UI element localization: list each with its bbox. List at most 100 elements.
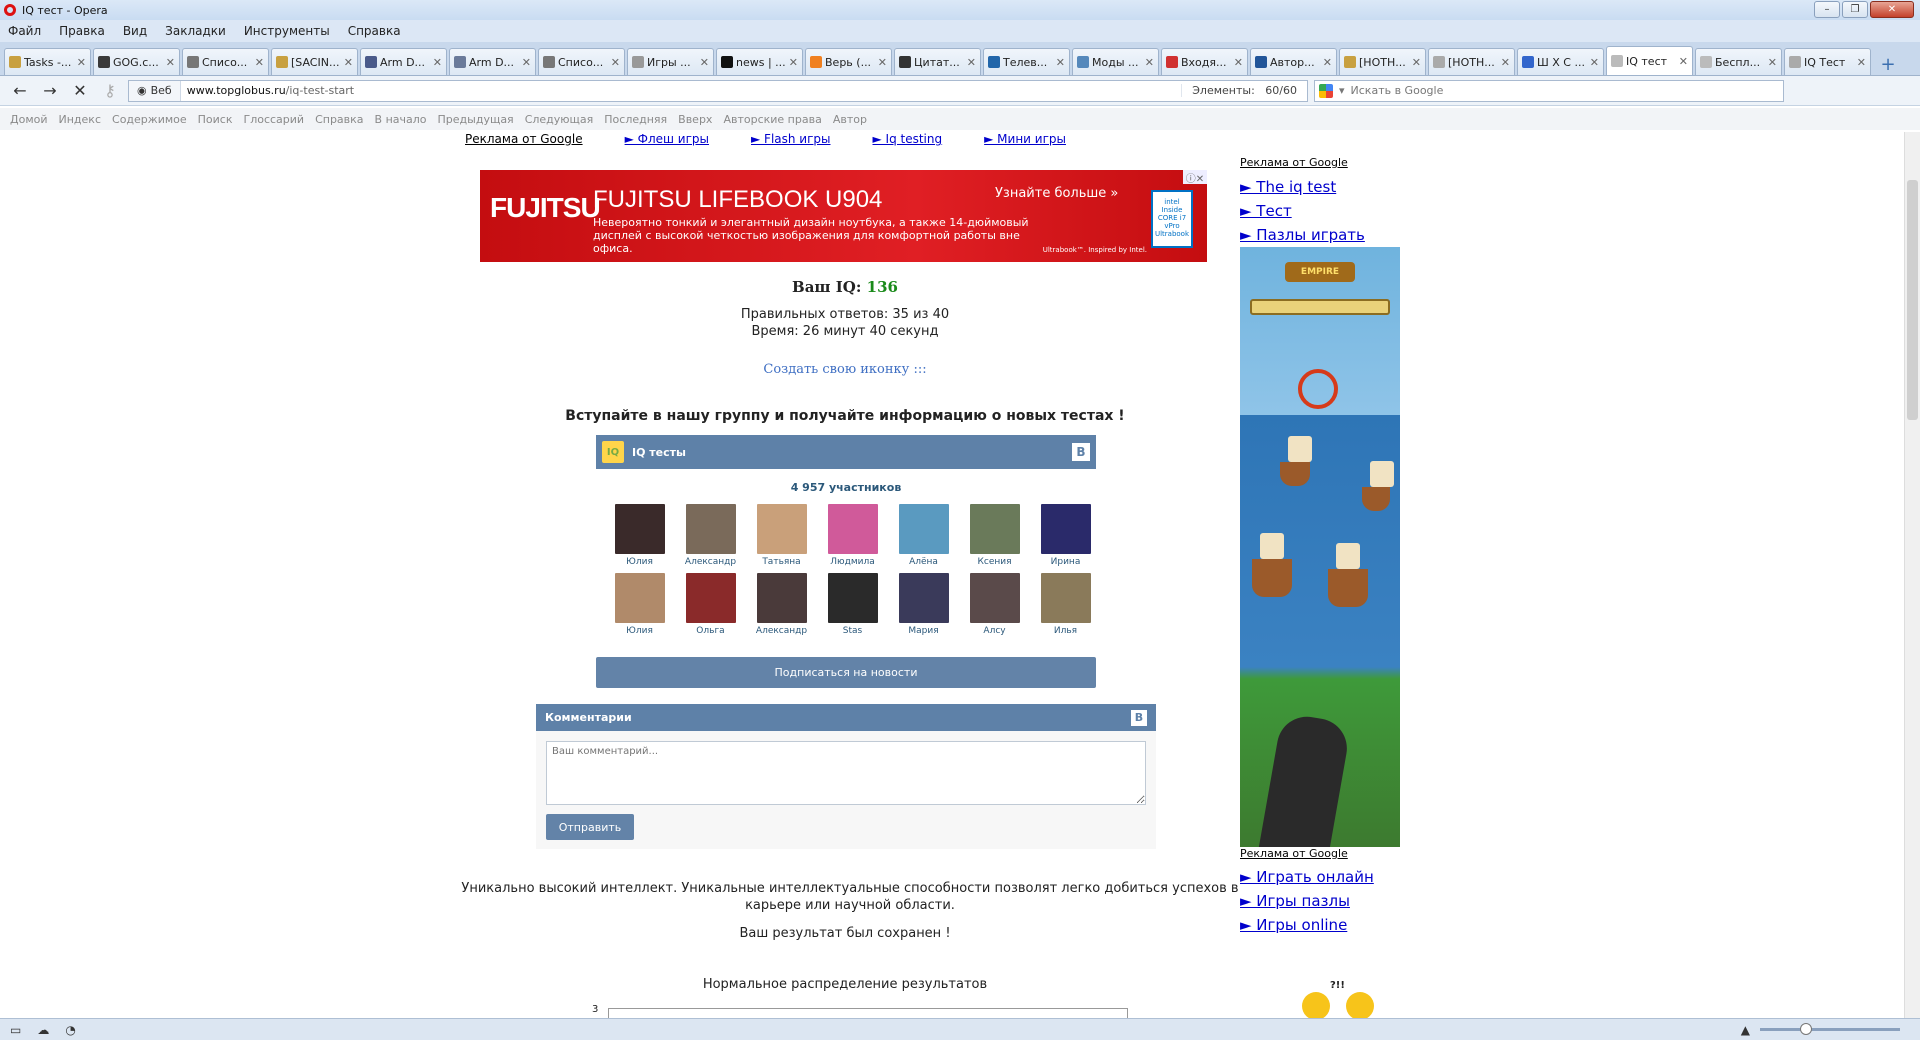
banner-learn-more[interactable]: Узнайте больше » [995, 186, 1118, 201]
avatar[interactable] [969, 573, 1020, 623]
browser-tab[interactable]: [НОТН... ✕ [1428, 48, 1515, 75]
avatar[interactable] [756, 573, 807, 623]
group-member[interactable]: Алёна [888, 504, 959, 567]
key-icon[interactable]: ⚷ [98, 80, 122, 102]
member-name[interactable]: Ксения [959, 557, 1030, 567]
minimize-icon[interactable]: – [1814, 1, 1840, 18]
member-name[interactable]: Татьяна [746, 557, 817, 567]
browser-tab[interactable]: Списо... ✕ [182, 48, 269, 75]
group-member[interactable]: Татьяна [746, 504, 817, 567]
browser-tab[interactable]: Ш Х С ... ✕ [1517, 48, 1604, 75]
side-ad-link[interactable]: ► Играть онлайн [1240, 868, 1374, 886]
ad-choices-icon[interactable]: ⓘ✕ [1183, 170, 1207, 185]
avatar[interactable] [898, 573, 949, 623]
avatar[interactable] [827, 504, 878, 554]
side-ad-link[interactable]: ► The iq test [1240, 178, 1336, 196]
ad-link[interactable]: ► Флеш игры [625, 132, 709, 146]
browser-tab[interactable]: GOG.c... ✕ [93, 48, 180, 75]
tab-close-icon[interactable]: ✕ [1412, 56, 1421, 69]
browser-tab[interactable]: Моды ... ✕ [1072, 48, 1159, 75]
subscribe-button[interactable]: Подписаться на новости [596, 657, 1096, 688]
avatar[interactable] [827, 573, 878, 623]
nav-link[interactable]: Содержимое [112, 113, 187, 126]
cloud-icon[interactable]: ☁ [37, 1023, 49, 1037]
browser-tab[interactable]: Беспл... ✕ [1695, 48, 1782, 75]
menu-item[interactable]: Закладки [165, 24, 226, 38]
menu-item[interactable]: Правка [59, 24, 105, 38]
stop-icon[interactable]: ✕ [68, 80, 92, 102]
avatar[interactable] [969, 504, 1020, 554]
group-member[interactable]: Ксения [959, 504, 1030, 567]
nav-link[interactable]: Авторские права [723, 113, 821, 126]
zoom-slider-knob[interactable] [1800, 1023, 1812, 1035]
nav-link[interactable]: Предыдущая [438, 113, 514, 126]
tab-close-icon[interactable]: ✕ [1768, 56, 1777, 69]
tab-close-icon[interactable]: ✕ [1323, 56, 1332, 69]
address-field[interactable]: ◉ Веб www.topglobus.ru/iq-test-start Эле… [128, 79, 1308, 102]
group-member[interactable]: Мария [888, 573, 959, 636]
scrollbar-thumb[interactable] [1907, 180, 1918, 420]
tab-close-icon[interactable]: ✕ [611, 56, 620, 69]
panel-toggle-icon[interactable]: ▭ [10, 1023, 21, 1037]
side-ad-link[interactable]: ► Игры пазлы [1240, 892, 1350, 910]
tab-close-icon[interactable]: ✕ [344, 56, 353, 69]
group-member[interactable]: Александр [746, 573, 817, 636]
browser-tab[interactable]: Arm D... ✕ [360, 48, 447, 75]
tab-close-icon[interactable]: ✕ [522, 56, 531, 69]
avatar[interactable] [614, 504, 665, 554]
vertical-scrollbar[interactable] [1904, 132, 1920, 1018]
browser-tab[interactable]: Списо... ✕ [538, 48, 625, 75]
browser-tab[interactable]: Цитат... ✕ [894, 48, 981, 75]
group-member[interactable]: Ольга [675, 573, 746, 636]
menu-item[interactable]: Файл [8, 24, 41, 38]
browser-tab[interactable]: IQ Тест ✕ [1784, 48, 1871, 75]
tab-close-icon[interactable]: ✕ [878, 56, 887, 69]
member-name[interactable]: Ирина [1030, 557, 1101, 567]
nav-link[interactable]: Глоссарий [243, 113, 304, 126]
send-comment-button[interactable]: Отправить [546, 814, 634, 840]
create-icon-link[interactable]: Создать свою иконку ::: [440, 362, 1250, 377]
group-member[interactable]: Stas [817, 573, 888, 636]
speed-dial-icon[interactable]: ◔ [65, 1023, 75, 1037]
tab-close-icon[interactable]: ✕ [1501, 56, 1510, 69]
group-member[interactable]: Александр [675, 504, 746, 567]
side-ad-link[interactable]: ► Тест [1240, 202, 1292, 220]
group-member[interactable]: Илья [1030, 573, 1101, 636]
tab-close-icon[interactable]: ✕ [1145, 56, 1154, 69]
tab-close-icon[interactable]: ✕ [1590, 56, 1599, 69]
browser-tab[interactable]: news | ... ✕ [716, 48, 803, 75]
avatar[interactable] [1040, 504, 1091, 554]
url-text[interactable]: www.topglobus.ru/iq-test-start [181, 84, 1182, 97]
ads-by-google-label[interactable]: Реклама от Google [465, 132, 583, 146]
close-icon[interactable]: ✕ [1870, 1, 1914, 18]
group-member[interactable]: Алсу [959, 573, 1030, 636]
member-name[interactable]: Stas [817, 626, 888, 636]
member-name[interactable]: Юлия [604, 626, 675, 636]
tab-close-icon[interactable]: ✕ [77, 56, 86, 69]
tab-close-icon[interactable]: ✕ [700, 56, 709, 69]
browser-tab[interactable]: Tasks -... ✕ [4, 48, 91, 75]
fujitsu-banner-ad[interactable]: FUJITSU FUJITSU LIFEBOOK U904 Невероятно… [480, 170, 1207, 262]
side-ad-link[interactable]: ► Пазлы играть [1240, 226, 1365, 244]
vk-group-header[interactable]: IQ IQ тесты В [596, 435, 1096, 469]
browser-tab[interactable]: Arm D... ✕ [449, 48, 536, 75]
web-badge[interactable]: ◉ Веб [129, 80, 181, 101]
nav-link[interactable]: Справка [315, 113, 363, 126]
member-name[interactable]: Алсу [959, 626, 1030, 636]
member-name[interactable]: Алёна [888, 557, 959, 567]
tab-close-icon[interactable]: ✕ [789, 56, 798, 69]
browser-tab[interactable]: Игры ... ✕ [627, 48, 714, 75]
tab-close-icon[interactable]: ✕ [255, 56, 264, 69]
zoom-up-icon[interactable]: ▲ [1741, 1023, 1750, 1037]
menu-item[interactable]: Вид [123, 24, 147, 38]
group-name[interactable]: IQ тесты [632, 446, 686, 459]
ads-by-google-label[interactable]: Реклама от Google [1240, 156, 1348, 169]
avatar[interactable] [685, 504, 736, 554]
zoom-slider[interactable] [1760, 1023, 1900, 1035]
tab-close-icon[interactable]: ✕ [1857, 56, 1866, 69]
ad-link[interactable]: ► Iq testing [873, 132, 943, 146]
nav-link[interactable]: В начало [375, 113, 427, 126]
forward-icon[interactable]: → [38, 80, 62, 102]
search-input[interactable]: ▾ Искать в Google [1314, 79, 1784, 102]
member-name[interactable]: Ольга [675, 626, 746, 636]
